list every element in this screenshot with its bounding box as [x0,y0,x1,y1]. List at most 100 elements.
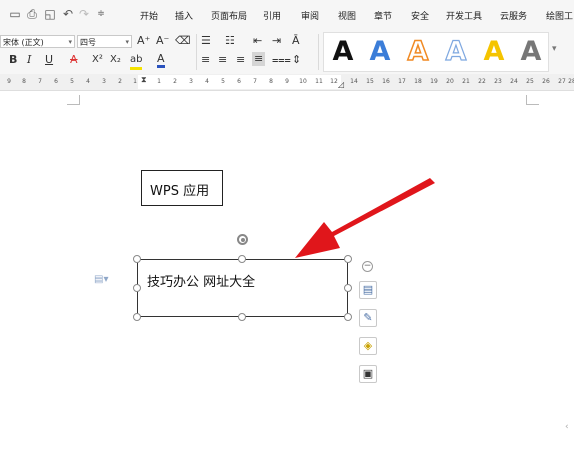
ruler-number: 6 [237,78,241,85]
ruler-number: 2 [173,78,177,85]
menu-security[interactable]: 安全 [411,9,429,22]
page-corner-mark [526,95,539,105]
ruler-number: 7 [38,78,42,85]
font-name-value: 宋体 (正文) [3,38,44,47]
distributed-align-icon[interactable]: ⩶ [272,53,291,67]
redo-icon[interactable]: ↷ [77,7,91,21]
menu-insert[interactable]: 插入 [175,9,193,22]
menu-start[interactable]: 开始 [140,9,158,22]
font-size-select[interactable]: 四号 ▾ [77,35,132,48]
ruler-number: 3 [102,78,106,85]
ruler-number: 1 [133,78,137,85]
print-preview-icon[interactable]: ◱ [43,7,57,21]
indent-marker-icon[interactable]: ⧗ [141,75,147,85]
ruler-number: 16 [382,78,390,85]
align-center-icon[interactable]: ≡ [218,53,227,67]
text-effect-gold[interactable]: A [479,35,509,69]
menu-references[interactable]: 引用 [263,9,281,22]
print-icon[interactable]: ⎙ [25,7,39,21]
ruler-number: 10 [299,78,307,85]
ruler-number: 9 [7,78,11,85]
menu-view[interactable]: 视图 [338,9,356,22]
text-effect-blue[interactable]: A [365,35,395,69]
resize-handle-right[interactable] [344,284,352,292]
arrow-shape [295,178,435,258]
shrink-font-button[interactable]: A⁻ [156,34,169,48]
chevron-down-icon: ▾ [68,38,72,46]
ruler-number: 25 [526,78,534,85]
ruler-number: 4 [86,78,90,85]
menu-developer-tools[interactable]: 开发工具 [446,9,482,22]
fill-color-icon[interactable]: ◈ [359,337,377,355]
ruler-number: 9 [285,78,289,85]
chinese-layout-icon[interactable]: Ā [292,34,300,48]
decrease-indent-icon[interactable]: ⇤ [253,34,262,48]
text-box-selected[interactable]: 技巧办公 网址大全 [137,259,348,317]
menu-review[interactable]: 审阅 [301,9,319,22]
layout-options-icon[interactable]: ▤ [359,281,377,299]
menu-cloud-services[interactable]: 云服务 [500,9,527,22]
ruler-number: 23 [494,78,502,85]
ruler-number: 11 [315,78,323,85]
ruler-number: 6 [54,78,58,85]
ruler-number: 24 [510,78,518,85]
ruler-number: 18 [414,78,422,85]
ruler-number: 19 [430,78,438,85]
line-spacing-icon[interactable]: ⇕ [292,53,301,67]
underline-button[interactable]: U [45,53,53,67]
superscript-button[interactable]: X² [92,53,103,67]
text-box-wps-content[interactable]: WPS 应用 [150,180,209,199]
ruler-number: 8 [22,78,26,85]
gallery-more-icon[interactable]: ▾ [552,42,557,56]
chevron-down-icon: ▾ [125,38,129,46]
resize-handle-left[interactable] [133,284,141,292]
text-effect-blue-outline[interactable]: A [441,35,471,69]
strikethrough-button[interactable]: A [70,53,78,67]
menu-page-layout[interactable]: 页面布局 [211,9,247,22]
ruler-number: 5 [221,78,225,85]
horizontal-ruler[interactable]: 9 8 7 6 5 4 3 2 1 ⧗ 1 2 3 4 5 6 7 8 9 10… [0,74,574,91]
text-effect-orange-outline[interactable]: A [403,35,433,69]
menu-bar: ▭ ⎙ ◱ ↶ ↷ ≑ 开始 插入 页面布局 引用 审阅 视图 章节 安全 开发… [0,0,574,30]
save-icon[interactable]: ▭ [8,7,22,21]
ruler-number: 21 [462,78,470,85]
text-effect-gray[interactable]: A [516,35,546,69]
bullet-list-icon[interactable]: ☰ [201,34,211,48]
customize-dropdown-icon[interactable]: ≑ [94,7,108,21]
text-box-wps[interactable]: WPS 应用 [141,170,223,206]
align-right-icon[interactable]: ≡ [236,53,245,67]
ribbon: 宋体 (正文) ▾ 四号 ▾ A⁺ A⁻ ⌫ B I U A X² X₂ ab … [0,30,574,75]
menu-drawing-tools[interactable]: 绘图工 [546,9,573,22]
anchor-icon[interactable]: ▤▾ [94,274,108,285]
ruler-number: 4 [205,78,209,85]
pen-style-icon[interactable]: ✎ [359,309,377,327]
rotate-handle-dot [240,237,245,242]
resize-handle-top-left[interactable] [133,255,141,263]
grow-font-button[interactable]: A⁺ [137,34,150,48]
highlight-button[interactable]: ab [130,53,143,70]
undo-icon[interactable]: ↶ [61,7,75,21]
align-left-icon[interactable]: ≡ [201,53,210,67]
text-box-selected-content[interactable]: 技巧办公 网址大全 [147,271,255,290]
resize-handle-bottom[interactable] [238,313,246,321]
divider [196,34,197,70]
numbered-list-icon[interactable]: ☷ [225,34,235,48]
justify-icon[interactable]: ≡ [252,52,266,66]
resize-handle-top[interactable] [238,255,246,263]
menu-section[interactable]: 章节 [374,9,392,22]
ruler-number: 3 [189,78,193,85]
italic-button[interactable]: I [27,53,31,67]
clear-format-icon[interactable]: ⌫ [175,34,191,48]
resize-handle-bottom-left[interactable] [133,313,141,321]
ruler-number: 26 [542,78,550,85]
text-effect-black[interactable]: A [328,35,358,69]
right-indent-marker-icon[interactable]: ◿ [338,80,344,89]
bold-button[interactable]: B [9,53,17,67]
ruler-number: 20 [446,78,454,85]
resize-handle-bottom-right[interactable] [344,313,352,321]
font-name-select[interactable]: 宋体 (正文) ▾ [0,35,75,48]
font-color-button[interactable]: A [157,53,165,68]
increase-indent-icon[interactable]: ⇥ [272,34,281,48]
outline-border-icon[interactable]: ▣ [359,365,377,383]
subscript-button[interactable]: X₂ [110,53,121,67]
